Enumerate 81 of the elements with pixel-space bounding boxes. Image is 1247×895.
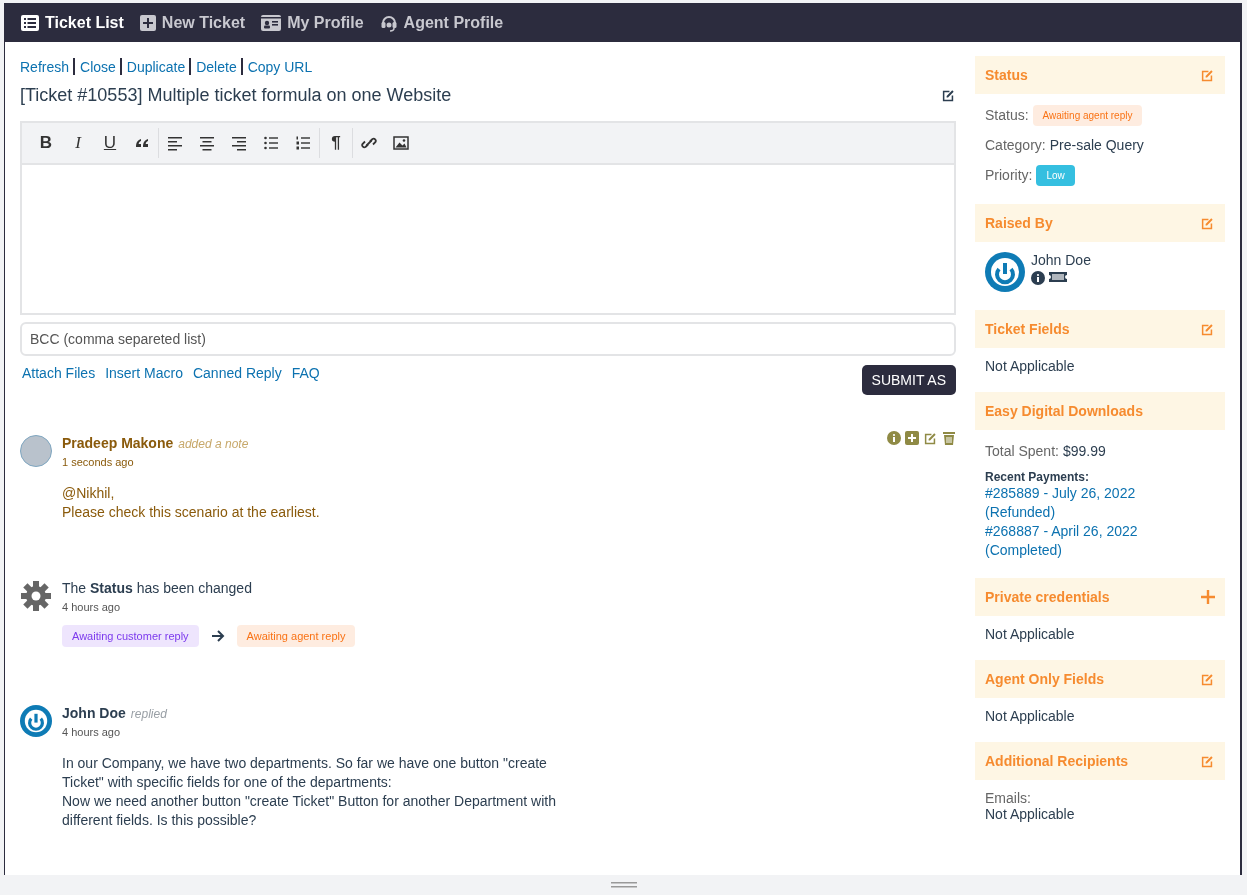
avatar xyxy=(985,252,1025,292)
image-icon[interactable] xyxy=(393,135,409,151)
plus-square-icon xyxy=(139,14,156,31)
field-label: Total Spent: xyxy=(985,443,1059,459)
numbered-list-icon[interactable] xyxy=(295,135,311,151)
nav-tab[interactable]: My Profile xyxy=(261,13,364,32)
timestamp: 4 hours ago xyxy=(62,726,122,738)
payment-link[interactable]: #285889 - July 26, 2022 (Refunded) xyxy=(985,484,1185,522)
panel-title: Ticket Fields xyxy=(985,321,1070,337)
text-direction-button[interactable]: ¶ xyxy=(328,133,344,153)
editor-link[interactable]: Attach Files xyxy=(22,365,96,381)
panel-text: Not Applicable xyxy=(985,708,1076,724)
action-link[interactable]: Copy URL xyxy=(247,58,313,75)
payment-link[interactable]: #268887 - April 26, 2022 (Completed) xyxy=(985,522,1185,560)
author-name: John Doe xyxy=(62,705,126,721)
id-card-icon xyxy=(261,14,282,31)
timestamp: 4 hours ago xyxy=(62,601,122,613)
priority-badge: Low xyxy=(1036,164,1075,186)
entry-action: added a note xyxy=(178,437,249,451)
action-link[interactable]: Delete xyxy=(196,58,237,75)
ticket-title: [Ticket #10553] Multiple ticket formula on one Website xyxy=(20,85,452,106)
action-link[interactable]: Duplicate xyxy=(126,58,186,75)
nav-tab[interactable]: Ticket List xyxy=(21,13,124,32)
field-label: Recent Payments: xyxy=(985,470,1091,484)
panel-title: Raised By xyxy=(985,215,1053,231)
headset-icon xyxy=(379,13,398,32)
avatar-photo xyxy=(20,435,52,467)
align-left-icon[interactable] xyxy=(167,135,183,151)
user-name: John Doe xyxy=(1031,252,1091,268)
timestamp: 1 seconds ago xyxy=(62,456,135,468)
action-link[interactable]: Refresh xyxy=(20,58,70,75)
underline-button[interactable]: U xyxy=(102,133,118,153)
panel-title: Additional Recipients xyxy=(985,753,1129,769)
bold-button[interactable]: B xyxy=(38,133,54,153)
action-link[interactable]: Close xyxy=(80,58,116,75)
editor-link[interactable]: Canned Reply xyxy=(192,365,282,381)
panel-text: Not Applicable xyxy=(985,806,1076,822)
italic-button[interactable]: I xyxy=(70,133,86,153)
nav-tab[interactable]: New Ticket xyxy=(139,13,246,32)
message-text: @Nikhil, xyxy=(62,484,116,503)
trash-icon[interactable] xyxy=(942,431,956,445)
link-icon[interactable] xyxy=(361,135,377,151)
panel-text: Not Applicable xyxy=(985,358,1076,374)
message-text: Now we need another button "create Ticket" Button for another Department with different fields. Is this possible? xyxy=(62,792,557,830)
edit-icon[interactable] xyxy=(941,88,956,103)
editor-link[interactable]: FAQ xyxy=(291,365,320,381)
align-right-icon[interactable] xyxy=(231,135,247,151)
rich-text-editor[interactable]: B I U ¶ xyxy=(20,121,956,315)
message-text: In our Company, we have two departments. So far we have one button "create Ticket" with specific fields for one of the departments: xyxy=(62,754,548,792)
ticket-icon[interactable] xyxy=(1049,271,1067,283)
field-label: Priority: xyxy=(985,167,1033,183)
panel-text: Not Applicable xyxy=(985,626,1076,642)
panel-title: Easy Digital Downloads xyxy=(985,403,1143,419)
info-icon[interactable] xyxy=(1031,271,1045,285)
resize-handle-icon[interactable] xyxy=(610,882,637,888)
field-value: Pre-sale Query xyxy=(1049,137,1144,153)
status-change-text: The Status has been changed xyxy=(62,580,253,596)
gear-icon xyxy=(20,580,52,612)
avatar xyxy=(20,705,52,737)
editor-link[interactable]: Insert Macro xyxy=(105,365,183,381)
panel-title: Agent Only Fields xyxy=(985,671,1104,687)
status-badge: Awaiting agent reply xyxy=(1032,104,1143,126)
status-badge: Awaiting customer reply xyxy=(62,625,199,647)
submit-button[interactable]: SUBMIT AS xyxy=(861,365,956,395)
nav-tab[interactable]: Agent Profile xyxy=(379,13,504,32)
status-badge: Awaiting agent reply xyxy=(236,625,356,647)
entry-action: replied xyxy=(130,707,167,721)
plus-square-icon[interactable] xyxy=(905,431,919,445)
bullet-list-icon[interactable] xyxy=(263,135,279,151)
field-label: Status: xyxy=(985,107,1029,123)
field-value: $99.99 xyxy=(1062,443,1106,459)
bcc-input-field[interactable]: BCC (comma separeted list) xyxy=(20,322,956,356)
panel-title: Status xyxy=(985,67,1028,83)
list-icon xyxy=(21,14,39,31)
arrow-right-icon xyxy=(210,629,225,643)
panel-title: Private credentials xyxy=(985,589,1110,605)
align-center-icon[interactable] xyxy=(199,135,215,151)
message-text: Please check this scenario at the earliest. xyxy=(62,503,321,522)
author-name: Pradeep Makone xyxy=(62,435,174,451)
field-label: Category: xyxy=(985,137,1046,153)
field-label: Emails: xyxy=(985,790,1032,806)
